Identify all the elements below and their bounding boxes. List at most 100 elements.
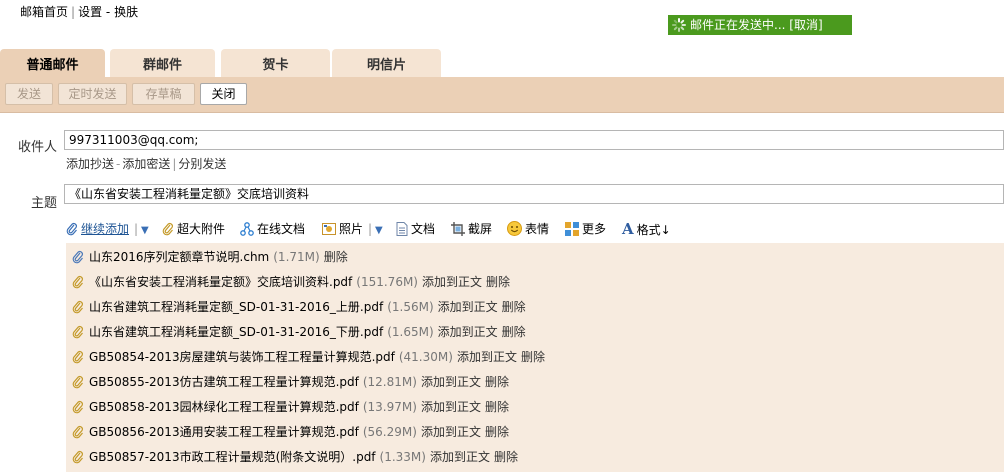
- paperclip-icon: [72, 276, 83, 289]
- separate-send-link[interactable]: 分别发送: [178, 157, 226, 171]
- nav-dash: -: [105, 5, 111, 19]
- smiley-icon: [507, 221, 522, 236]
- links-dash: -: [116, 157, 121, 171]
- continue-add-button[interactable]: 继续添加: [66, 220, 129, 238]
- compose-tabs: 普通邮件 群邮件 贺卡 明信片: [0, 49, 1004, 77]
- send-button[interactable]: 发送: [5, 83, 53, 105]
- paperclip-icon: [72, 401, 83, 414]
- paperclip-icon: [72, 351, 83, 364]
- attachment-name: GB50857-2013市政工程计量规范(附条文说明）.pdf: [89, 450, 376, 464]
- add-cc-link[interactable]: 添加抄送: [66, 157, 114, 171]
- photo-button[interactable]: 照片: [322, 220, 363, 238]
- big-attachment-button[interactable]: 超大附件: [162, 220, 225, 238]
- attachment-size: (13.97M): [362, 400, 417, 414]
- attachment-size: (1.33M): [379, 450, 426, 464]
- emoji-button[interactable]: 表情: [507, 220, 549, 238]
- action-toolbar: 发送 定时发送 存草稿 关闭: [0, 77, 1004, 113]
- attachment-item: GB50857-2013市政工程计量规范(附条文说明）.pdf (1.33M) 添加…: [72, 448, 518, 466]
- attachment-item: 山东省建筑工程消耗量定额_SD-01-31-2016_下册.pdf (1.65M)…: [72, 323, 526, 341]
- scheduled-send-button[interactable]: 定时发送: [58, 83, 127, 105]
- recipient-options: 添加抄送 - 添加密送 | 分别发送: [66, 156, 226, 172]
- more-label: 更多: [582, 222, 607, 236]
- paperclip-icon: [162, 223, 173, 236]
- attachment-name: 山东省建筑工程消耗量定额_SD-01-31-2016_上册.pdf: [89, 300, 384, 314]
- add-to-body-link[interactable]: 添加到正文: [421, 400, 481, 414]
- document-icon: [396, 222, 408, 236]
- grid-apps-icon: [565, 222, 579, 236]
- paperclip-icon: [72, 426, 83, 439]
- add-to-body-link[interactable]: 添加到正文: [421, 375, 481, 389]
- add-to-body-link[interactable]: 添加到正文: [421, 425, 481, 439]
- document-button[interactable]: 文档: [396, 220, 435, 238]
- attachment-name: 山东省建筑工程消耗量定额_SD-01-31-2016_下册.pdf: [89, 325, 384, 339]
- delete-attachment-link[interactable]: 删除: [502, 300, 526, 314]
- nav-separator: |: [71, 5, 76, 19]
- add-to-body-link[interactable]: 添加到正文: [438, 325, 498, 339]
- tab-greeting-card[interactable]: 贺卡: [221, 49, 330, 77]
- paperclip-icon: [72, 451, 83, 464]
- links-bar: |: [172, 157, 177, 171]
- attachment-name: GB50858-2013园林绿化工程工程量计算规范.pdf: [89, 400, 359, 414]
- screenshot-label: 截屏: [468, 222, 493, 236]
- to-field[interactable]: 997311003@qq.com;: [64, 130, 1004, 150]
- delete-attachment-link[interactable]: 删除: [486, 275, 510, 289]
- tab-group-mail[interactable]: 群邮件: [110, 49, 215, 77]
- tab-normal-mail[interactable]: 普通邮件: [0, 49, 105, 77]
- attachment-item: GB50858-2013园林绿化工程工程量计算规范.pdf (13.97M) 添加到…: [72, 398, 509, 416]
- attachment-size: (12.81M): [362, 375, 417, 389]
- subject-field[interactable]: 《山东省安装工程消耗量定额》交底培训资料: [64, 184, 1004, 204]
- delete-attachment-link[interactable]: 删除: [521, 350, 545, 364]
- chevron-down-icon: ▼: [375, 225, 383, 236]
- more-button[interactable]: 更多: [565, 220, 606, 238]
- paperclip-icon: [72, 301, 83, 314]
- attachment-size: (56.29M): [362, 425, 417, 439]
- attachment-name: 山东2016序列定额章节说明.chm: [89, 250, 270, 264]
- delete-attachment-link[interactable]: 删除: [324, 250, 348, 264]
- add-bcc-link[interactable]: 添加密送: [122, 157, 170, 171]
- font-format-icon: A: [622, 220, 634, 238]
- attachment-item: 山东省建筑工程消耗量定额_SD-01-31-2016_上册.pdf (1.56M)…: [72, 298, 526, 316]
- delete-attachment-link[interactable]: 删除: [494, 450, 518, 464]
- top-nav: 邮箱首页 | 设置 - 换肤: [20, 4, 138, 20]
- save-draft-button[interactable]: 存草稿: [132, 83, 195, 105]
- sending-status-bar: 邮件正在发送中... [取消]: [668, 15, 852, 35]
- online-doc-button[interactable]: 在线文档: [240, 220, 305, 238]
- delete-attachment-link[interactable]: 删除: [485, 375, 509, 389]
- skin-link[interactable]: 换肤: [114, 5, 138, 19]
- attachment-size: (1.71M): [273, 250, 320, 264]
- continue-add-dropdown[interactable]: | ▼: [134, 220, 149, 240]
- add-to-body-link[interactable]: 添加到正文: [430, 450, 490, 464]
- screenshot-button[interactable]: 截屏: [451, 220, 492, 238]
- attachment-list: 山东2016序列定额章节说明.chm (1.71M) 删除 《山东省安装工程消耗量定…: [66, 243, 1004, 472]
- paperclip-icon: [72, 376, 83, 389]
- attachment-item: 《山东省安装工程消耗量定额》交底培训资料.pdf (151.76M) 添加到正文 删除: [72, 273, 510, 291]
- settings-link[interactable]: 设置: [78, 5, 102, 19]
- add-to-body-link[interactable]: 添加到正文: [438, 300, 498, 314]
- attachment-name: GB50854-2013房屋建筑与装饰工程工程量计算规范.pdf: [89, 350, 395, 364]
- attachment-name: GB50856-2013通用安装工程工程量计算规范.pdf: [89, 425, 359, 439]
- format-label: 格式↓: [636, 223, 671, 237]
- to-label: 收件人: [18, 140, 58, 155]
- continue-add-label: 继续添加: [81, 222, 130, 236]
- mailbox-home-link[interactable]: 邮箱首页: [20, 5, 68, 19]
- add-to-body-link[interactable]: 添加到正文: [457, 350, 517, 364]
- delete-attachment-link[interactable]: 删除: [502, 325, 526, 339]
- screenshot-icon: [451, 222, 465, 236]
- attachment-size: (41.30M): [398, 350, 453, 364]
- close-button[interactable]: 关闭: [200, 83, 247, 105]
- document-label: 文档: [411, 222, 436, 236]
- sending-status-text[interactable]: 邮件正在发送中... [取消]: [690, 18, 823, 32]
- delete-attachment-link[interactable]: 删除: [485, 400, 509, 414]
- big-attachment-label: 超大附件: [177, 222, 226, 236]
- photo-label: 照片: [339, 222, 364, 236]
- attachment-size: (151.76M): [356, 275, 418, 289]
- attachment-item: GB50856-2013通用安装工程工程量计算规范.pdf (56.29M) 添加到…: [72, 423, 509, 441]
- delete-attachment-link[interactable]: 删除: [485, 425, 509, 439]
- add-to-body-link[interactable]: 添加到正文: [422, 275, 482, 289]
- tab-postcard[interactable]: 明信片: [332, 49, 441, 77]
- attachment-name: GB50855-2013仿古建筑工程工程量计算规范.pdf: [89, 375, 359, 389]
- format-button[interactable]: A 格式↓: [622, 220, 671, 239]
- loading-spinner-icon: [672, 18, 686, 32]
- photo-dropdown[interactable]: | ▼: [368, 220, 383, 240]
- paperclip-icon: [72, 326, 83, 339]
